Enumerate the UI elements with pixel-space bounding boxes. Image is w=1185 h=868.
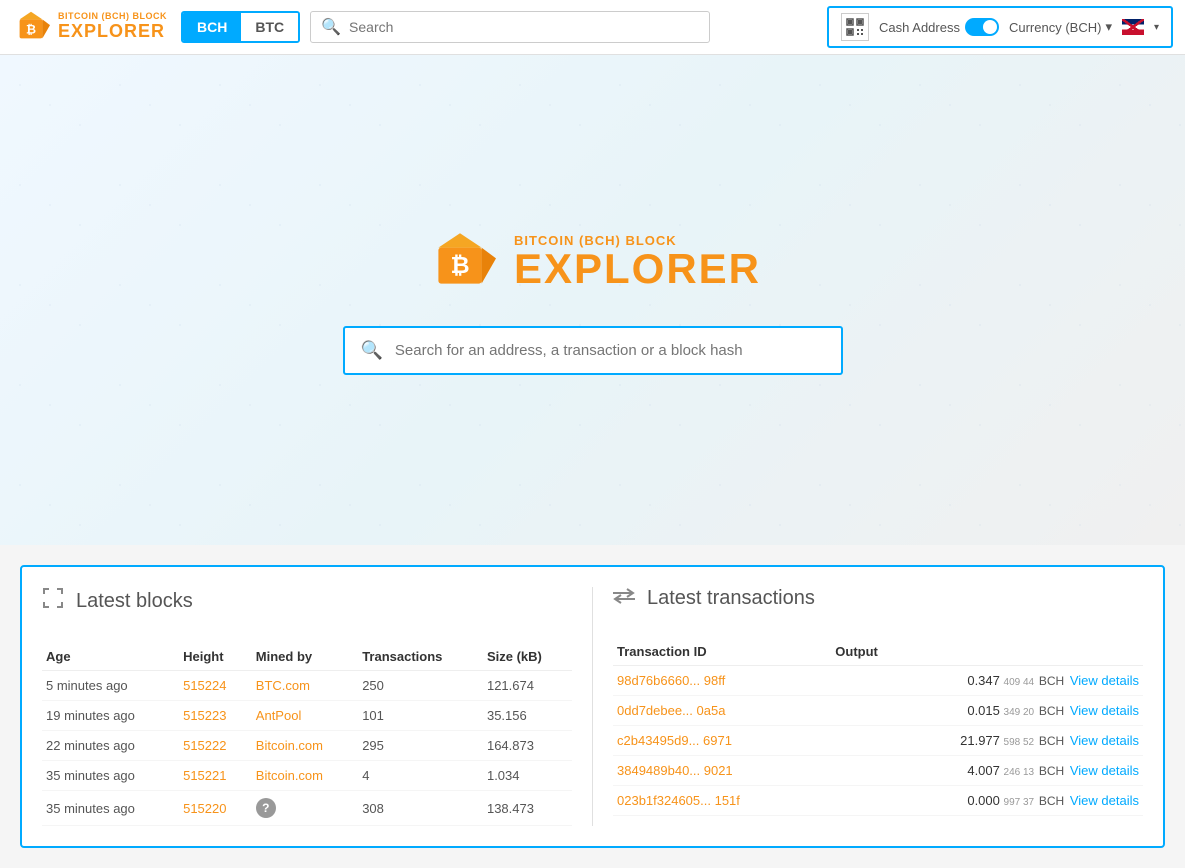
coin-tab-btc[interactable]: BTC: [241, 13, 298, 41]
view-details-link[interactable]: View details: [1070, 733, 1139, 748]
view-details-link[interactable]: View details: [1070, 703, 1139, 718]
table-row: 3849489b40... 9021 4.007 246 13 BCH View…: [613, 756, 1143, 786]
expand-icon: [42, 587, 64, 615]
cash-address-toggle: Cash Address: [879, 18, 999, 36]
hero-search-icon: 🔍: [361, 340, 383, 361]
tx-id: 3849489b40... 9021: [613, 756, 831, 786]
latest-blocks-table: Age Height Mined by Transactions Size (k…: [42, 643, 572, 826]
block-miner: BTC.com: [252, 671, 358, 701]
col-age: Age: [42, 643, 179, 671]
table-row: 98d76b6660... 98ff 0.347 409 44 BCH View…: [613, 666, 1143, 696]
col-mined-by: Mined by: [252, 643, 358, 671]
tx-id: 0dd7debee... 0a5a: [613, 696, 831, 726]
block-transactions: 250: [358, 671, 483, 701]
table-row: 35 minutes ago 515221 Bitcoin.com 4 1.03…: [42, 761, 572, 791]
block-transactions: 101: [358, 701, 483, 731]
tx-output: 0.347 409 44 BCH View details: [831, 666, 1143, 696]
table-row: c2b43495d9... 6971 21.977 598 52 BCH Vie…: [613, 726, 1143, 756]
flag-icon[interactable]: [1122, 19, 1144, 35]
hero-search-bar: 🔍: [343, 326, 843, 375]
block-size: 121.674: [483, 671, 572, 701]
block-height: 515223: [179, 701, 252, 731]
table-row: 0dd7debee... 0a5a 0.015 349 20 BCH View …: [613, 696, 1143, 726]
coin-tabs: BCH BTC: [181, 11, 300, 43]
tx-output: 4.007 246 13 BCH View details: [831, 756, 1143, 786]
svg-text:₿: ₿: [450, 251, 469, 277]
block-size: 138.473: [483, 791, 572, 826]
flag-dropdown-arrow: ▾: [1154, 22, 1159, 33]
view-details-link[interactable]: View details: [1070, 673, 1139, 688]
arrows-icon: [613, 587, 635, 610]
block-age: 19 minutes ago: [42, 701, 179, 731]
table-row: 22 minutes ago 515222 Bitcoin.com 295 16…: [42, 731, 572, 761]
search-icon: 🔍: [321, 17, 341, 37]
block-height: 515220: [179, 791, 252, 826]
navbar: ₿ BITCOIN (BCH) BLOCK EXPLORER BCH BTC 🔍: [0, 0, 1185, 55]
tx-output: 21.977 598 52 BCH View details: [831, 726, 1143, 756]
latest-blocks-panel: Latest blocks Age Height Mined by Transa…: [42, 587, 572, 826]
block-height: 515221: [179, 761, 252, 791]
hero-logo-icon: ₿: [424, 226, 496, 298]
block-miner: Bitcoin.com: [252, 761, 358, 791]
view-details-link[interactable]: View details: [1070, 763, 1139, 778]
panels-wrapper: Latest blocks Age Height Mined by Transa…: [20, 565, 1165, 848]
hero-content: ₿ BITCOIN (BCH) BLOCK EXPLORER 🔍: [343, 226, 843, 375]
block-size: 1.034: [483, 761, 572, 791]
block-miner: AntPool: [252, 701, 358, 731]
bottom-section: Latest blocks Age Height Mined by Transa…: [0, 545, 1185, 868]
block-transactions: 308: [358, 791, 483, 826]
col-tx-id: Transaction ID: [613, 638, 831, 666]
hero-search-input[interactable]: [395, 342, 825, 359]
tx-output: 0.015 349 20 BCH View details: [831, 696, 1143, 726]
logo-icon: ₿: [12, 8, 50, 46]
col-output: Output: [831, 638, 1143, 666]
latest-transactions-panel: Latest transactions Transaction ID Outpu…: [613, 587, 1143, 826]
block-age: 5 minutes ago: [42, 671, 179, 701]
unknown-miner-icon: ?: [256, 798, 276, 818]
tx-id: 023b1f324605... 151f: [613, 786, 831, 816]
block-size: 35.156: [483, 701, 572, 731]
cash-address-label: Cash Address: [879, 20, 960, 35]
coin-tab-bch[interactable]: BCH: [183, 13, 241, 41]
currency-button[interactable]: Currency (BCH) ▾: [1009, 19, 1112, 35]
table-row: 5 minutes ago 515224 BTC.com 250 121.674: [42, 671, 572, 701]
view-details-link[interactable]: View details: [1070, 793, 1139, 808]
block-height: 515222: [179, 731, 252, 761]
tx-id: 98d76b6660... 98ff: [613, 666, 831, 696]
tx-id: c2b43495d9... 6971: [613, 726, 831, 756]
block-size: 164.873: [483, 731, 572, 761]
nav-right: Cash Address Currency (BCH) ▾ ▾: [827, 6, 1173, 48]
table-row: 19 minutes ago 515223 AntPool 101 35.156: [42, 701, 572, 731]
navbar-logo-text: BITCOIN (BCH) BLOCK EXPLORER: [58, 12, 167, 42]
panel-divider: [592, 587, 593, 826]
svg-text:₿: ₿: [26, 23, 36, 37]
hero-logo-text: BITCOIN (BCH) BLOCK EXPLORER: [514, 233, 761, 290]
cash-address-toggle-switch[interactable]: [965, 18, 999, 36]
col-size: Size (kB): [483, 643, 572, 671]
block-transactions: 4: [358, 761, 483, 791]
table-row: 35 minutes ago 515220 ? 308 138.473: [42, 791, 572, 826]
navbar-search-bar: 🔍: [310, 11, 710, 43]
block-height: 515224: [179, 671, 252, 701]
block-age: 35 minutes ago: [42, 791, 179, 826]
latest-blocks-title: Latest blocks: [76, 590, 193, 613]
latest-transactions-title: Latest transactions: [647, 587, 815, 610]
qr-icon[interactable]: [841, 13, 869, 41]
block-miner: ?: [252, 791, 358, 826]
block-age: 22 minutes ago: [42, 731, 179, 761]
hero-logo: ₿ BITCOIN (BCH) BLOCK EXPLORER: [424, 226, 761, 298]
latest-transactions-header: Latest transactions: [613, 587, 1143, 618]
latest-transactions-table: Transaction ID Output 98d76b6660... 98ff…: [613, 638, 1143, 816]
latest-blocks-header: Latest blocks: [42, 587, 572, 623]
hero-section: ₿ BITCOIN (BCH) BLOCK EXPLORER 🔍: [0, 55, 1185, 545]
block-transactions: 295: [358, 731, 483, 761]
col-height: Height: [179, 643, 252, 671]
col-transactions: Transactions: [358, 643, 483, 671]
navbar-search-input[interactable]: [349, 19, 699, 35]
tx-output: 0.000 997 37 BCH View details: [831, 786, 1143, 816]
table-row: 023b1f324605... 151f 0.000 997 37 BCH Vi…: [613, 786, 1143, 816]
navbar-logo[interactable]: ₿ BITCOIN (BCH) BLOCK EXPLORER: [12, 8, 167, 46]
block-miner: Bitcoin.com: [252, 731, 358, 761]
block-age: 35 minutes ago: [42, 761, 179, 791]
